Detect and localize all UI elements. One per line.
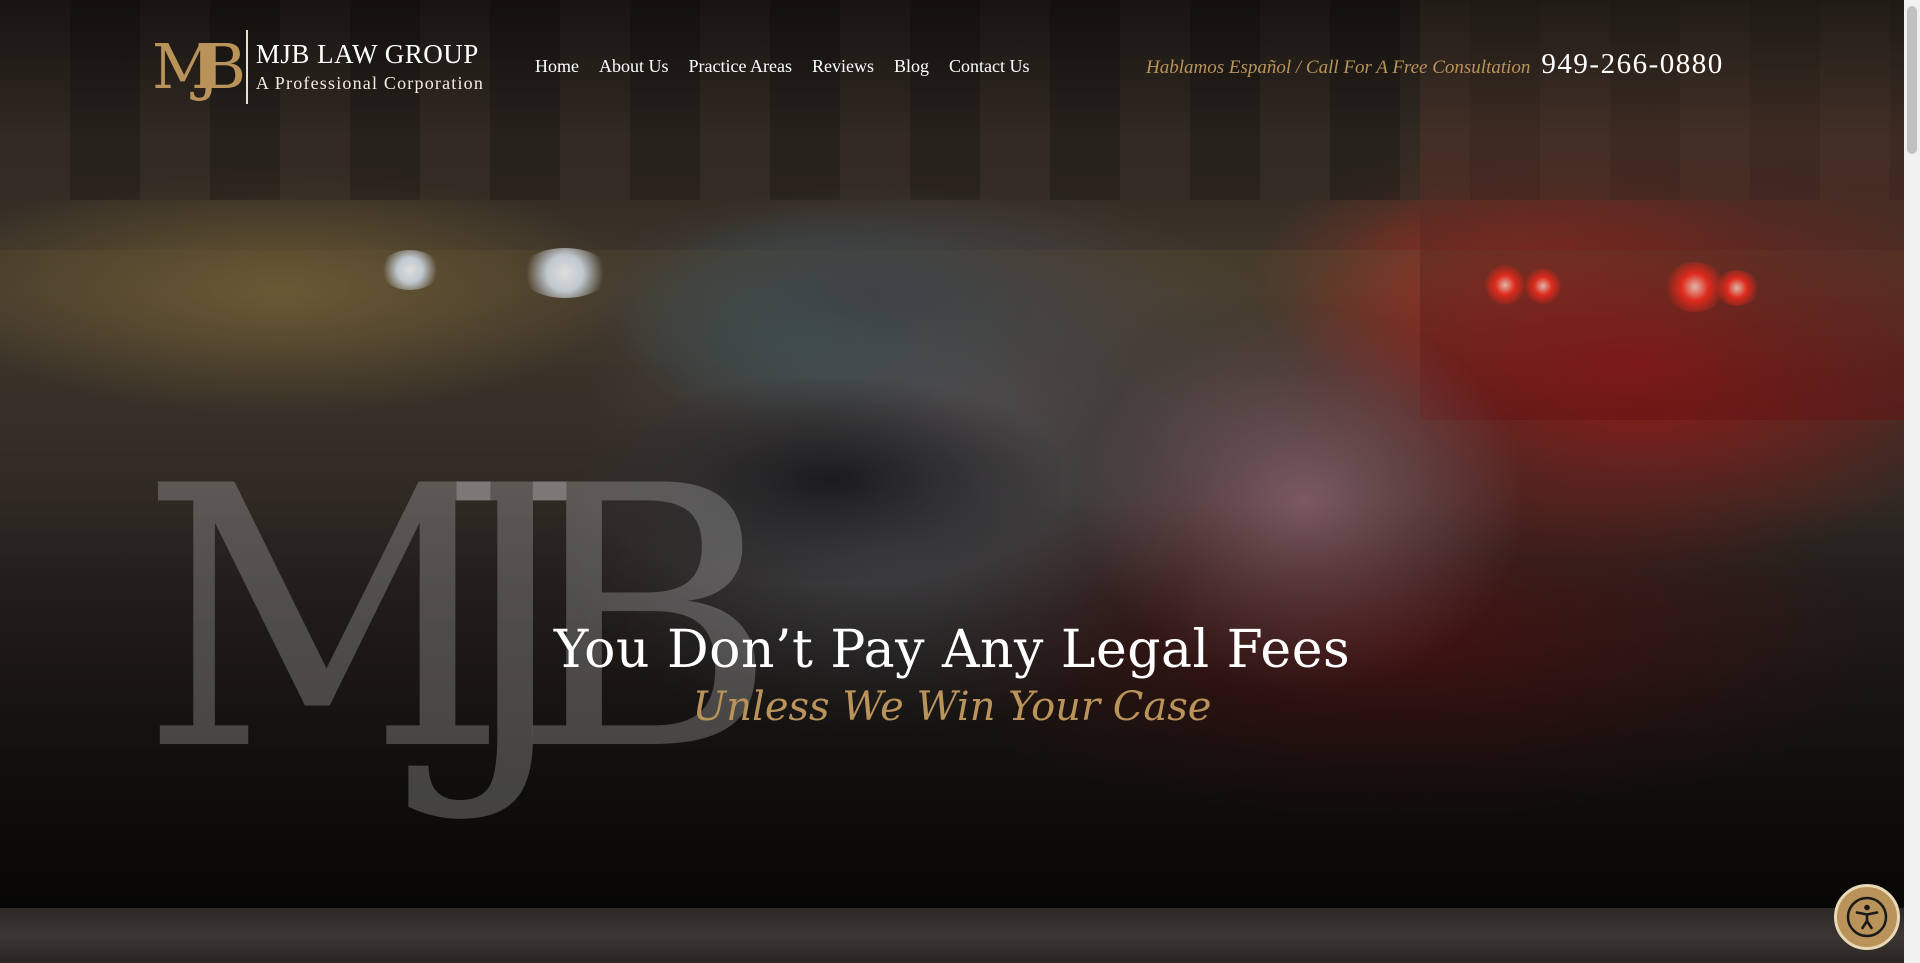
logo-monogram: MJB bbox=[152, 30, 246, 103]
nav-practice-areas[interactable]: Practice Areas bbox=[689, 56, 792, 77]
nav-home[interactable]: Home bbox=[535, 56, 579, 77]
nav-about-us[interactable]: About Us bbox=[599, 56, 669, 77]
nav-blog[interactable]: Blog bbox=[894, 56, 929, 77]
logo-divider bbox=[245, 30, 248, 104]
accessibility-icon bbox=[1846, 896, 1888, 938]
site-logo[interactable]: MJB MJB LAW GROUP A Professional Corpora… bbox=[152, 30, 484, 104]
phone-number-link[interactable]: 949-266-0880 bbox=[1541, 48, 1723, 81]
nav-reviews[interactable]: Reviews bbox=[812, 56, 874, 77]
nav-contact-us[interactable]: Contact Us bbox=[949, 56, 1030, 77]
site-header: MJB MJB LAW GROUP A Professional Corpora… bbox=[0, 0, 1904, 140]
logo-subtitle: A Professional Corporation bbox=[255, 73, 485, 94]
page: MJB You Don’t Pay Any Legal Fees Unless … bbox=[0, 0, 1920, 963]
logo-title: MJB LAW GROUP bbox=[255, 38, 479, 69]
accessibility-button[interactable] bbox=[1834, 884, 1900, 950]
hero-subheadline: Unless We Win Your Case bbox=[692, 684, 1212, 730]
next-section-preview bbox=[0, 908, 1904, 963]
scrollbar-thumb[interactable] bbox=[1907, 6, 1917, 154]
hero-headline: You Don’t Pay Any Legal Fees bbox=[553, 620, 1351, 680]
main-nav: Home About Us Practice Areas Reviews Blo… bbox=[535, 56, 1029, 77]
logo-text: MJB LAW GROUP A Professional Corporation bbox=[255, 38, 485, 95]
consultation-text: Hablamos Español / Call For A Free Consu… bbox=[1146, 57, 1531, 78]
header-contact: Hablamos Español / Call For A Free Consu… bbox=[1146, 48, 1724, 81]
page-scrollbar[interactable] bbox=[1904, 0, 1920, 963]
hero-text: You Don’t Pay Any Legal Fees Unless We W… bbox=[0, 620, 1904, 730]
